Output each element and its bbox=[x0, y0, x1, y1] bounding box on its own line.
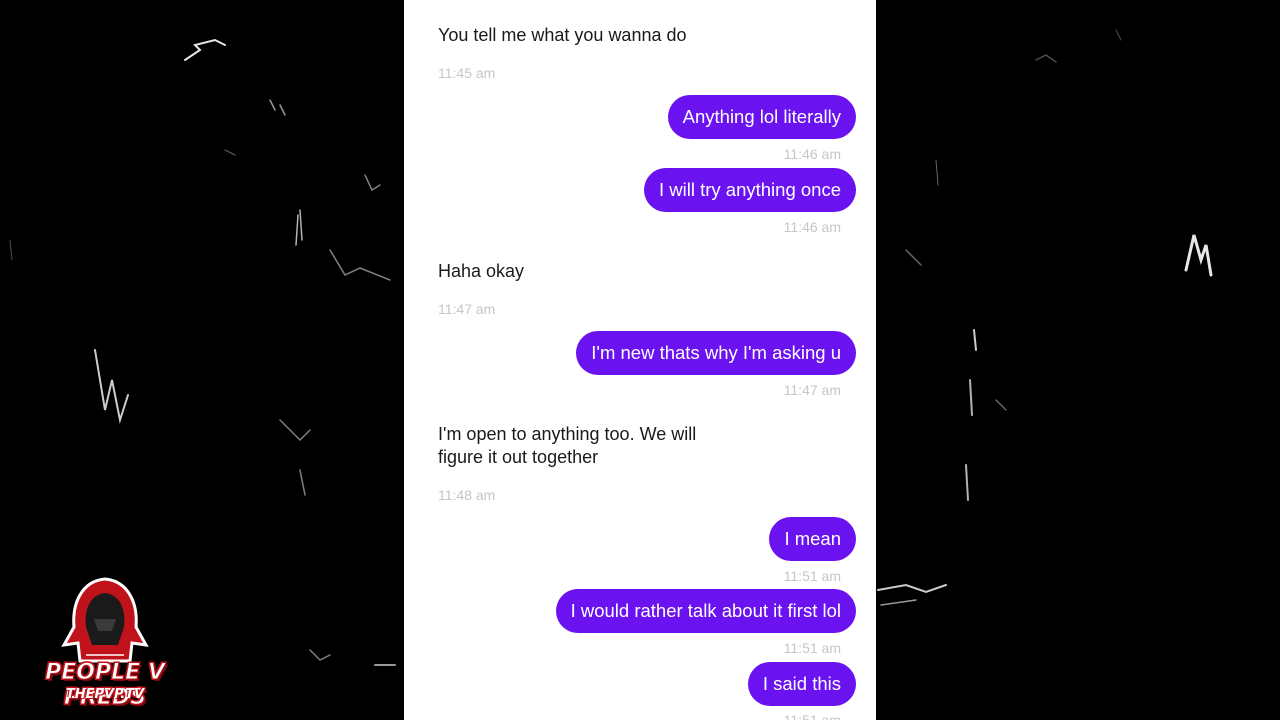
received-message: You tell me what you wanna do bbox=[438, 25, 687, 45]
hooded-figure-icon bbox=[61, 577, 149, 663]
sent-message-bubble[interactable]: I would rather talk about it first lol bbox=[555, 589, 856, 633]
message-timestamp: 11:46 am bbox=[783, 146, 841, 162]
received-message: Haha okay bbox=[438, 261, 525, 281]
message-timestamp: 11:46 am bbox=[783, 219, 841, 235]
sent-message-bubble[interactable]: I will try anything once bbox=[643, 168, 856, 212]
chat-panel[interactable]: You tell me what you wanna do 11:45 am A… bbox=[404, 0, 876, 720]
message-timestamp: 11:51 am bbox=[783, 568, 841, 584]
message-timestamp: 11:48 am bbox=[438, 487, 496, 503]
message-timestamp: 11:47 am bbox=[438, 301, 496, 317]
sent-message-bubble[interactable]: Anything lol literally bbox=[667, 95, 856, 139]
logo-title: PEOPLE V PREDS bbox=[45, 660, 166, 711]
sent-message-bubble[interactable]: I'm new thats why I'm asking u bbox=[576, 331, 856, 375]
message-timestamp: 11:47 am bbox=[783, 382, 841, 398]
received-message: I'm open to anything too. We will figure… bbox=[438, 424, 697, 467]
logo-subtitle: THEPVP.TV bbox=[65, 687, 145, 702]
sent-message-bubble[interactable]: I mean bbox=[769, 517, 856, 561]
message-timestamp: 11:51 am bbox=[783, 640, 841, 656]
message-timestamp: 11:45 am bbox=[438, 65, 496, 81]
sent-message-bubble[interactable]: I said this bbox=[747, 662, 856, 706]
channel-logo: PEOPLE V PREDS THEPVP.TV bbox=[20, 575, 190, 711]
message-timestamp: 11:51 am bbox=[783, 712, 841, 720]
background-right bbox=[876, 0, 1280, 720]
